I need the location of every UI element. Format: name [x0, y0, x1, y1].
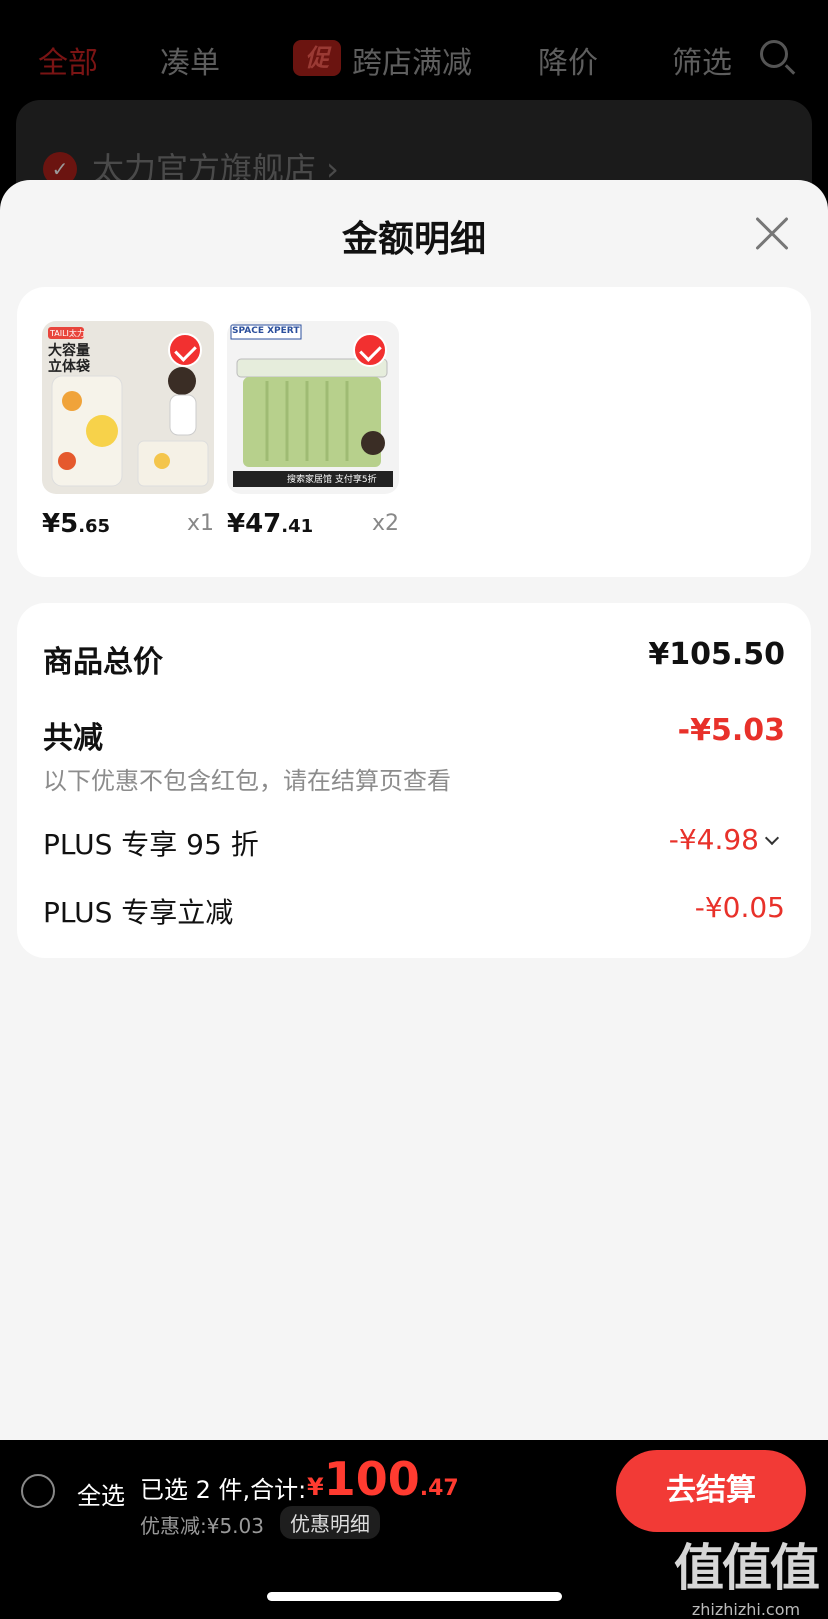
checkout-bar: 全选 已选 2 件,合计: ¥100.47 优惠减:¥5.03 优惠明细 去结算… — [0, 1440, 828, 1619]
product-qty: x1 — [186, 511, 214, 536]
tab-price-drop[interactable]: 降价 — [538, 38, 598, 82]
home-indicator[interactable] — [267, 1592, 562, 1601]
product-price: ¥5.65 — [42, 509, 111, 539]
checkout-button[interactable]: 去结算 — [616, 1450, 806, 1532]
product-image-caption: 大容量 立体袋 — [48, 343, 90, 375]
saving-text: 优惠减:¥5.03 — [140, 1514, 264, 1538]
total-value: ¥105.50 — [648, 637, 785, 672]
total-amount: ¥100.47 — [307, 1452, 459, 1506]
tab-bundle[interactable]: 凑单 — [160, 38, 220, 82]
brand-tag: TAILI太力 — [50, 329, 85, 338]
product-item[interactable]: 大容量 立体袋 TAILI太力 ¥5.65 x1 — [42, 321, 214, 539]
total-label: 商品总价 — [43, 645, 163, 680]
watermark-url: zhizhizhi.com — [691, 1600, 801, 1619]
product-list-card: 大容量 立体袋 TAILI太力 ¥5.65 x1 SPACE XPERT 搜索家… — [17, 287, 811, 577]
plus-instant-label: PLUS 专享立减 — [43, 896, 234, 929]
plus-instant-value: -¥0.05 — [694, 891, 785, 924]
search-icon[interactable] — [760, 40, 788, 68]
price-summary-card: 商品总价 ¥105.50 共减 -¥5.03 以下优惠不包含红包，请在结算页查看… — [17, 603, 811, 958]
brand-tag: SPACE XPERT — [232, 326, 300, 336]
product-image: SPACE XPERT 搜索家居馆 支付享5折 — [227, 321, 399, 494]
watermark-logo: 值值值 — [674, 1539, 820, 1597]
promo-badge: 促 — [293, 40, 341, 76]
plus-discount-row[interactable]: -¥4.98 — [668, 823, 780, 856]
product-item[interactable]: SPACE XPERT 搜索家居馆 支付享5折 ¥47.41 x2 — [227, 321, 399, 539]
tab-cross-store[interactable]: 跨店满减 — [352, 38, 472, 82]
plus-discount-value: -¥4.98 — [668, 823, 759, 856]
select-all-label[interactable]: 全选 — [77, 1476, 125, 1511]
tab-all[interactable]: 全部 — [38, 38, 98, 82]
amount-detail-sheet: 金额明细 大容量 立体袋 TAILI太力 ¥5.65 x1 SPACE XPER… — [0, 180, 828, 1440]
select-all-radio[interactable] — [21, 1474, 55, 1508]
close-icon[interactable] — [752, 214, 792, 254]
product-qty: x2 — [371, 511, 399, 536]
discount-note: 以下优惠不包含红包，请在结算页查看 — [43, 767, 451, 795]
product-image: 大容量 立体袋 TAILI太力 — [42, 321, 214, 494]
selected-count: 已选 2 件,合计: — [140, 1476, 307, 1504]
watermark: 值值值 zhizhizhi.com — [674, 1528, 820, 1619]
promo-banner: 搜索家居馆 支付享5折 — [287, 475, 377, 485]
sheet-title: 金额明细 — [341, 219, 486, 260]
top-nav: 全部 凑单 促 跨店满减 降价 筛选 — [0, 0, 828, 115]
discount-label: 共减 — [43, 721, 103, 756]
plus-discount-label: PLUS 专享 95 折 — [43, 828, 259, 861]
checkmark-icon[interactable] — [168, 333, 202, 367]
discount-value: -¥5.03 — [677, 713, 785, 748]
checkmark-icon[interactable] — [353, 333, 387, 367]
chevron-down-icon[interactable] — [764, 830, 780, 846]
tab-filter[interactable]: 筛选 — [672, 38, 732, 82]
product-price: ¥47.41 — [227, 509, 314, 539]
discount-detail-tag[interactable]: 优惠明细 — [280, 1506, 380, 1539]
